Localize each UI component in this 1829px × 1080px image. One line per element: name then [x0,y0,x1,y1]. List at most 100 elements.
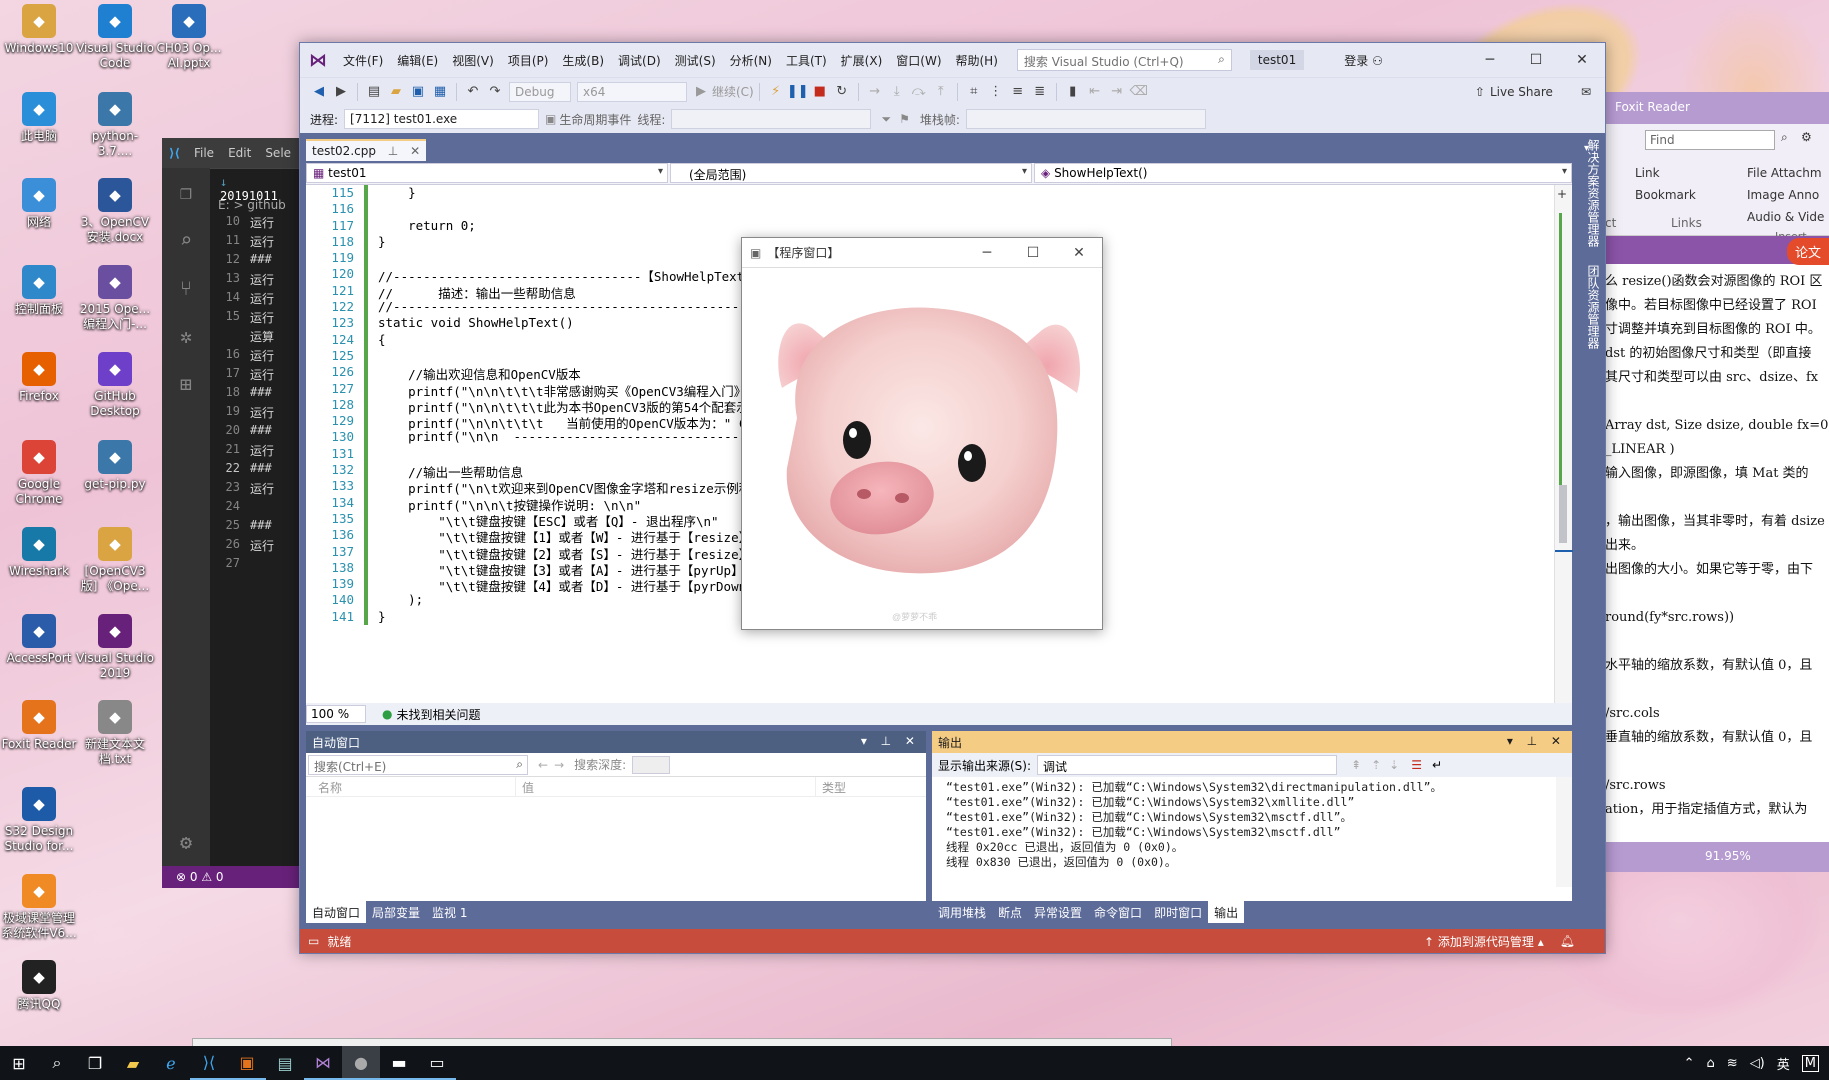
file-explorer-icon[interactable]: ▰ [114,1046,152,1080]
clear-bookmarks-icon[interactable]: ⌫ [1128,84,1150,99]
close-tab-icon[interactable]: ✕ [410,144,420,158]
live-share-button[interactable]: Live Share [1490,85,1553,99]
stackframe-select[interactable] [965,109,1206,129]
desktop-icon[interactable]: ◆ GitHub Desktop [76,352,154,419]
source-control-icon[interactable]: ⑂ [162,264,210,312]
vs-menu-item[interactable]: 视图(V) [445,52,501,69]
save-icon[interactable]: ▣ [407,84,429,99]
desktop-icon[interactable]: ◆ Firefox [0,352,78,404]
output-lines[interactable]: “test01.exe”(Win32): 已加载“C:\Windows\Syst… [932,777,1572,869]
split-icon[interactable]: + [1557,187,1567,201]
desktop-icon[interactable]: ◆ Google Chrome [0,440,78,507]
step-into-icon[interactable]: ⤓ [886,84,908,99]
col-name[interactable]: 名称 [306,777,516,796]
minimize-button[interactable]: ─ [964,245,1010,261]
back-icon[interactable]: ← [538,758,548,772]
settings-gear-icon[interactable]: ⚙ [162,818,210,866]
vs-menu-item[interactable]: 测试(S) [668,52,723,69]
vs-menu-item[interactable]: 扩展(X) [834,52,890,69]
undo-icon[interactable]: ↶ [462,84,484,99]
member-dropdown[interactable]: ◈ ShowHelpText() [1034,163,1572,183]
desktop-icon[interactable]: ◆ 腾讯QQ [0,960,78,1012]
pig-app-taskbar-icon[interactable]: ● [342,1046,380,1080]
search-depth-select[interactable] [632,755,671,774]
output-scrollbar[interactable] [1556,777,1572,887]
uncomment-icon[interactable]: ≣ [1029,84,1051,99]
output-tab[interactable]: 输出 [1208,901,1245,923]
gear-icon[interactable]: ⚙ [1801,130,1812,144]
scope-dropdown[interactable]: (全局范围) [670,163,1032,183]
back-icon[interactable]: ◀ [308,84,330,99]
lifecycle-events-button[interactable]: 生命周期事件 [559,111,631,128]
platform-select[interactable]: x64 [577,81,687,102]
vs-menu-item[interactable]: 项目(P) [501,52,556,69]
restart-icon[interactable]: ↻ [831,84,853,99]
tab-test02-cpp[interactable]: test02.cpp ⊥ ✕ [306,139,427,161]
foxit-zoom-value[interactable]: 91.95% [1705,849,1751,863]
team-explorer-tab[interactable]: 团队资源管理器 [1586,265,1600,349]
find-message-icon[interactable]: ⇞ [1351,758,1361,772]
close-button[interactable]: ✕ [1559,52,1605,68]
foxit-audio-video-button[interactable]: Audio & Vide [1747,210,1824,224]
desktop-icon[interactable]: ◆ 新建文本文 档.txt [76,700,154,767]
maximize-button[interactable]: ☐ [1010,245,1056,261]
desktop-icon[interactable]: ◆ Visual Studio Code [76,4,154,71]
project-dropdown[interactable]: ▦ test01 [306,163,668,183]
solution-explorer-tab[interactable]: 解决方案资源管理器 [1586,139,1600,247]
vs-menu-item[interactable]: 分析(N) [723,52,779,69]
editor-scrollbar[interactable]: + [1554,185,1573,703]
desktop-icon[interactable]: ◆ Visual Studio 2019 [76,614,154,681]
vs-menu-item[interactable]: 生成(B) [555,52,611,69]
search-icon[interactable]: ⌕ [38,1046,76,1080]
notification-bell-icon[interactable]: 🔔︎ [1560,934,1575,948]
vs-search-input[interactable]: 搜索 Visual Studio (Ctrl+Q) ⌕ [1016,49,1232,71]
output-source-select[interactable]: 调试 [1037,755,1338,775]
tray-chevron-icon[interactable]: ⌃ [1684,1056,1695,1071]
foxit-file-attachment-button[interactable]: File Attachm [1747,166,1822,180]
hex-display-icon[interactable]: ⌗ [963,84,985,99]
autos-search-input[interactable]: 搜索(Ctrl+E) ⌕ [308,754,528,775]
pane-controls[interactable]: ▾ ⊥ ✕ [1507,734,1566,748]
code-line[interactable]: 116 [306,201,1554,218]
desktop-icon[interactable]: ◆ get-pip.py [76,440,154,492]
new-file-icon[interactable]: ▤ [363,84,385,99]
col-type[interactable]: 类型 [816,777,852,796]
wifi-icon[interactable]: ≋ [1727,1056,1738,1071]
desktop-icon[interactable]: ◆ python-3.7.... [76,92,154,159]
col-value[interactable]: 值 [516,777,816,796]
output-tab[interactable]: 调用堆栈 [932,901,992,923]
word-wrap-icon[interactable]: ↵ [1432,758,1442,772]
foxit-reader-window[interactable]: Foxit Reader Find ⌕ ⚙ Link Bookmark Link… [1604,92,1829,872]
desktop-icon[interactable]: ◆ 3、OpenCV 安装.docx [76,178,154,245]
thread-select[interactable] [671,109,872,129]
forward-icon[interactable]: ▶ [330,84,352,99]
vs-menu-item[interactable]: 编辑(E) [390,52,445,69]
open-folder-icon[interactable]: ▰ [385,84,407,99]
output-tab[interactable]: 命令窗口 [1088,901,1148,923]
output-tab[interactable]: 异常设置 [1028,901,1088,923]
stop-debugging-icon[interactable]: ■ [809,84,831,99]
vscode-taskbar-icon[interactable]: ⟩⟨ [190,1046,228,1080]
close-button[interactable]: ✕ [1056,245,1102,261]
save-all-icon[interactable]: ▦ [429,84,451,99]
continue-icon[interactable]: ▶ [690,84,712,99]
ime-mode-indicator[interactable]: M [1801,1054,1819,1072]
redo-icon[interactable]: ↷ [484,84,506,99]
step-over-icon[interactable]: ⤼ [908,84,930,99]
show-next-statement-icon[interactable]: → [864,84,886,99]
process-select[interactable]: [7112] test01.exe [344,109,540,129]
output-tab[interactable]: 即时窗口 [1148,901,1208,923]
vscode-menu-selection[interactable]: Sele [258,146,298,160]
feedback-icon[interactable]: ✉ [1581,85,1591,99]
filter-icon[interactable]: ⏷ [881,112,891,127]
autos-tab[interactable]: 自动窗口 [306,901,367,923]
zoom-select[interactable]: 100 % [306,705,366,723]
code-line[interactable]: 117 return 0; [306,217,1554,234]
vscode-menu-edit[interactable]: Edit [221,146,258,160]
output-pane[interactable]: 输出 ▾ ⊥ ✕ 显示输出来源(S): 调试 ⇞ ⇡ ⇣ ☰ ↵ “test01… [932,731,1572,923]
window-taskbar-icon[interactable]: ▭ [418,1046,456,1080]
foxit-bookmark-button[interactable]: Bookmark [1635,188,1696,202]
desktop-icon[interactable]: ◆ 此电脑 [0,92,78,144]
scroll-thumb[interactable] [1559,485,1567,543]
pane-controls[interactable]: ▾ ⊥ ✕ [861,734,920,748]
